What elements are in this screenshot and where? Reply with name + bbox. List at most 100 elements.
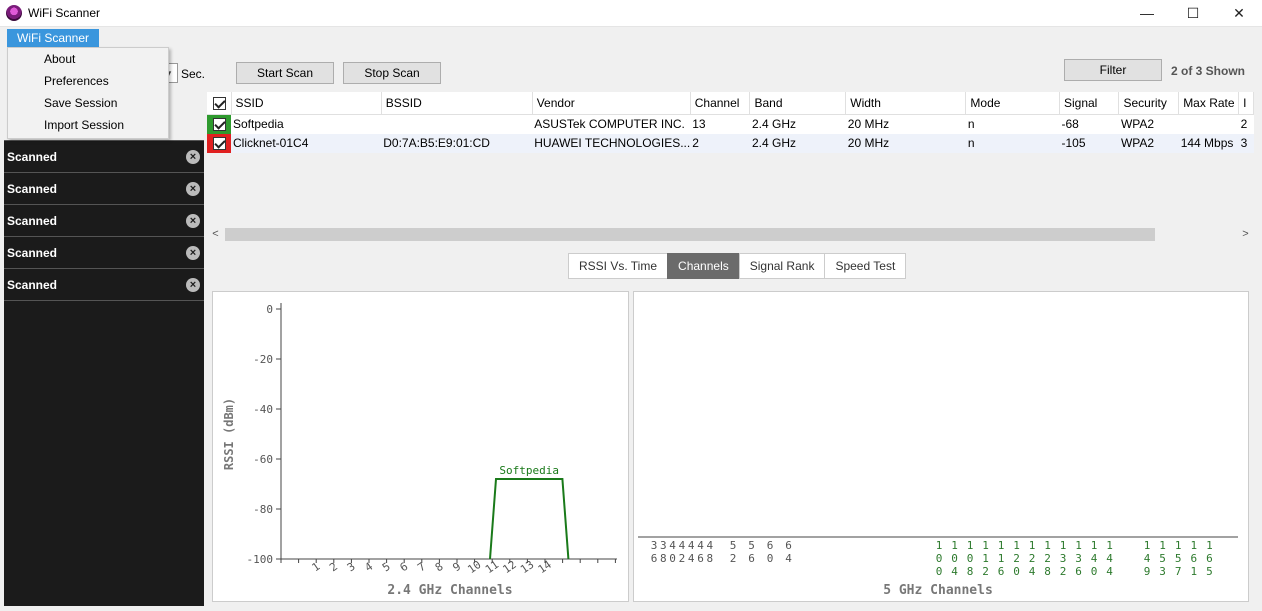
maximize-button[interactable]: ☐ [1170,0,1216,26]
tab-rssi-vs-time[interactable]: RSSI Vs. Time [568,253,669,279]
cell-band: 2.4 GHz [749,133,846,153]
network-signal-trace [489,478,570,560]
scroll-left-icon[interactable]: < [207,226,224,243]
column-header-band[interactable]: Band [749,92,847,115]
x-tick-label: 48 [706,539,713,565]
menu-item-preferences[interactable]: Preferences [8,70,168,92]
tab-speed-test[interactable]: Speed Test [824,253,907,279]
x-tick-label: 14 [536,558,555,576]
select-all-checkbox[interactable] [207,92,232,115]
menu-item-import-session[interactable]: Import Session [8,114,168,136]
chart-5ghz: 3 63 84 04 24 44 64 8 5 2 5 6 6 0 6 4 1 0 0 1 0 4 1 0 8 1 1 2 1 1 6 1 2 0… [638,536,1238,598]
x-tick-label: 6 [398,560,411,574]
table-row[interactable]: Softpedia ASUSTek COMPUTER INC. 13 2.4 G… [207,114,1254,134]
column-header-signal[interactable]: Signal [1059,92,1120,115]
cell-band: 2.4 GHz [749,114,846,134]
x-tick-label: 1 [310,560,323,574]
remove-scan-icon[interactable]: × [186,213,200,228]
scrollbar-thumb[interactable] [225,228,1155,241]
menu-wifi-scanner[interactable]: WiFi Scanner [7,29,100,48]
x-tick-label: 124 [1029,539,1036,578]
x-tick-label: 10 [465,558,483,576]
cell-vendor: ASUSTek COMPUTER INC. [532,114,691,134]
x-tick-label: 2 [327,560,340,574]
column-header-extra[interactable]: I [1238,92,1254,115]
shown-count: 2 of 3 Shown [1171,64,1246,78]
x-tick-label: 104 [951,539,958,578]
x-tick-label: 9 [450,560,463,574]
column-header-vendor[interactable]: Vendor [532,92,691,115]
cell-extra: 2 [1238,114,1254,134]
scan-history-item[interactable]: Scanned × [4,205,204,237]
x-tick-label: 149 [1144,539,1151,578]
x-tick-label: 140 [1091,539,1098,578]
scan-item-label: Scanned [7,245,58,260]
column-header-max-rate[interactable]: Max Rate [1178,92,1240,115]
y-tick-label: -20 [253,353,273,366]
menu-item-save-session[interactable]: Save Session [8,92,168,114]
menu-item-about[interactable]: About [8,48,168,70]
view-tabs: RSSI Vs. Time Channels Signal Rank Speed… [568,253,907,279]
row-color-checkbox[interactable] [207,133,231,153]
filter-button[interactable]: Filter [1064,59,1162,81]
column-header-bssid[interactable]: BSSID [381,92,533,115]
x-tick-label: 5 [380,560,393,574]
y-tick-label: -100 [247,553,274,566]
scroll-right-icon[interactable]: > [1237,226,1254,243]
column-header-security[interactable]: Security [1118,92,1180,115]
remove-scan-icon[interactable]: × [186,245,200,260]
tab-signal-rank[interactable]: Signal Rank [738,253,826,279]
y-tick-label: -60 [253,453,273,466]
network-table: SSID BSSID Vendor Channel Band Width Mod… [207,92,1254,242]
x-tick-label: 46 [697,539,704,565]
row-color-checkbox[interactable] [207,114,231,134]
scan-item-label: Scanned [7,181,58,196]
x-tick-label: 44 [688,539,695,565]
cell-vendor: HUAWEI TECHNOLOGIES... [532,133,691,153]
close-button[interactable]: ✕ [1216,0,1262,26]
x-tick-label: 11 [483,558,501,576]
checkbox-checked-icon [212,117,226,131]
table-row[interactable]: Clicknet-01C4 D0:7A:B5:E9:01:CD HUAWEI T… [207,133,1254,153]
x-tick-label: 153 [1159,539,1166,578]
chart-2-4ghz: 0-20-40-60-80-1001 2 3 4 5 6 7 8 9 10 11 12 13 14RSSI… [222,303,617,598]
y-tick-label: 0 [266,303,273,316]
start-scan-button[interactable]: Start Scan [236,62,334,84]
x-tick-label: 108 [967,539,974,578]
column-header-ssid[interactable]: SSID [231,92,382,115]
table-horizontal-scrollbar[interactable]: < > [207,226,1254,243]
x-tick-label: 13 [518,558,536,576]
column-header-width[interactable]: Width [845,92,967,115]
scan-history-item[interactable]: Scanned × [4,173,204,205]
x-tick-label: 3 [345,560,358,574]
tab-channels[interactable]: Channels [667,253,740,279]
column-header-mode[interactable]: Mode [965,92,1060,115]
x-tick-label: 136 [1075,539,1082,578]
cell-extra: 3 [1238,133,1254,153]
remove-scan-icon[interactable]: × [186,277,200,292]
remove-scan-icon[interactable]: × [186,149,200,164]
cell-security: WPA2 [1118,114,1179,134]
stop-scan-button[interactable]: Stop Scan [343,62,441,84]
scan-history-item[interactable]: Scanned × [4,269,204,301]
cell-width: 20 MHz [845,114,966,134]
app-icon [6,5,22,21]
cell-signal: -68 [1059,114,1119,134]
x-axis-label: 2.4 GHz Channels [387,583,512,598]
checkbox-checked-icon [213,96,226,110]
x-tick-label: 40 [669,539,676,565]
scan-history-item[interactable]: Scanned × [4,140,204,173]
scan-history-item[interactable]: Scanned × [4,237,204,269]
cell-max-rate: 144 Mbps [1178,133,1239,153]
x-tick-label: 112 [982,539,989,578]
cell-bssid: D0:7A:B5:E9:01:CD [381,133,533,153]
x-tick-label: 165 [1206,539,1213,578]
remove-scan-icon[interactable]: × [186,181,200,196]
sec-label: Sec. [181,67,206,81]
x-tick-label: 128 [1044,539,1051,578]
cell-ssid: Clicknet-01C4 [231,133,382,153]
x-axis-label: 5 GHz Channels [883,583,993,598]
column-header-channel[interactable]: Channel [690,92,751,115]
wifi-scanner-menu-dropdown: About Preferences Save Session Import Se… [7,47,169,139]
minimize-button[interactable]: — [1124,0,1170,26]
